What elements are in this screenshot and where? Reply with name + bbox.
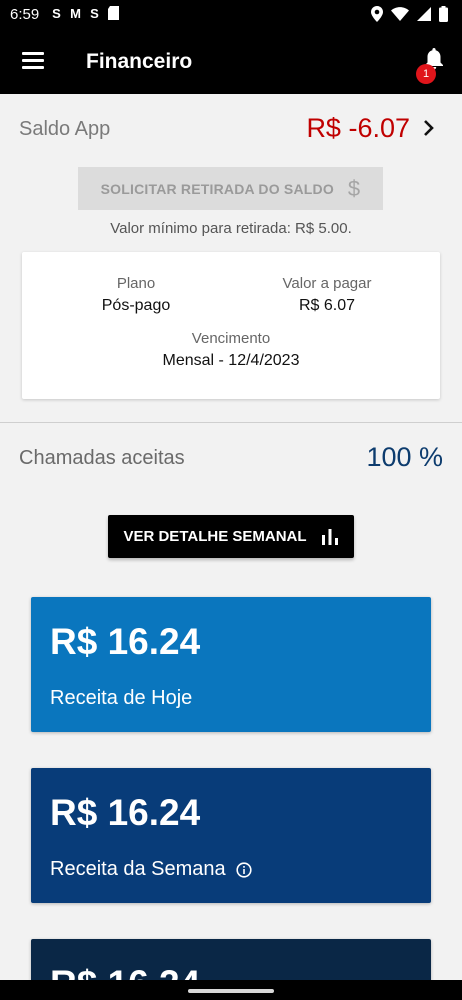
- sync-s-icon: S: [90, 6, 99, 21]
- plan-type-value: Pós-pago: [101, 297, 171, 314]
- saldo-row[interactable]: Saldo App R$ -6.07: [0, 108, 462, 150]
- bar-chart-icon: [321, 528, 338, 545]
- due-date-value: Mensal - 12/4/2023: [162, 352, 300, 369]
- system-nav-bar: [0, 980, 462, 1000]
- saldo-value: R$ -6.07: [306, 113, 410, 143]
- battery-icon: [439, 6, 448, 22]
- due-date: Vencimento Mensal - 12/4/2023: [131, 330, 331, 370]
- revenue-week-card[interactable]: R$ 16.24 Receita da Semana: [31, 768, 431, 903]
- status-system-icons: [371, 6, 448, 22]
- accepted-calls-value: 100 %: [366, 442, 443, 472]
- plan-card: Plano Pós-pago Valor a pagar R$ 6.07 Ven…: [22, 252, 440, 399]
- revenue-week-label: Receita da Semana: [50, 858, 226, 880]
- gmail-icon: M: [70, 6, 81, 21]
- accepted-calls-label: Chamadas aceitas: [19, 447, 185, 469]
- dollar-icon: $: [347, 175, 361, 201]
- chevron-right-icon[interactable]: [422, 119, 436, 137]
- page-title: Financeiro: [86, 50, 193, 73]
- status-bar: 6:59 S M S: [0, 0, 462, 30]
- shortcut-s-icon: S: [52, 6, 61, 21]
- notifications-button[interactable]: 1: [416, 48, 446, 84]
- withdraw-button-label: SOLICITAR RETIRADA DO SALDO: [100, 180, 334, 197]
- home-gesture-handle[interactable]: [188, 989, 274, 993]
- revenue-today-amount: R$ 16.24: [50, 621, 201, 662]
- due-date-label: Vencimento: [191, 330, 271, 347]
- notification-badge: 1: [416, 64, 436, 84]
- divider: [0, 422, 462, 423]
- weekly-detail-button[interactable]: VER DETALHE SEMANAL: [108, 515, 354, 558]
- withdraw-minimum-text: Valor mínimo para retirada: R$ 5.00.: [110, 220, 352, 237]
- plan-type: Plano Pós-pago: [66, 275, 206, 315]
- plan-type-label: Plano: [116, 275, 156, 292]
- amount-due-value: R$ 6.07: [298, 297, 356, 314]
- status-time: 6:59: [10, 6, 40, 23]
- revenue-today-label: Receita de Hoje: [50, 687, 193, 709]
- saldo-label: Saldo App: [19, 118, 111, 140]
- signal-icon: [417, 7, 431, 21]
- revenue-today-card[interactable]: R$ 16.24 Receita de Hoje: [31, 597, 431, 732]
- location-icon: [371, 6, 383, 22]
- sd-card-icon: [107, 6, 120, 21]
- amount-due: Valor a pagar R$ 6.07: [257, 275, 397, 315]
- revenue-week-amount: R$ 16.24: [50, 792, 201, 833]
- app-bar: Financeiro 1: [0, 30, 462, 94]
- info-icon[interactable]: [236, 861, 252, 878]
- wifi-icon: [391, 7, 409, 21]
- status-notification-icons: S M S: [50, 6, 120, 21]
- amount-due-label: Valor a pagar: [282, 275, 372, 292]
- menu-icon[interactable]: [22, 52, 44, 70]
- weekly-detail-button-label: VER DETALHE SEMANAL: [123, 528, 307, 545]
- revenue-today-caption: Receita de Hoje: [50, 687, 192, 710]
- revenue-week-caption: Receita da Semana: [50, 858, 252, 881]
- withdraw-button[interactable]: SOLICITAR RETIRADA DO SALDO $: [78, 167, 383, 210]
